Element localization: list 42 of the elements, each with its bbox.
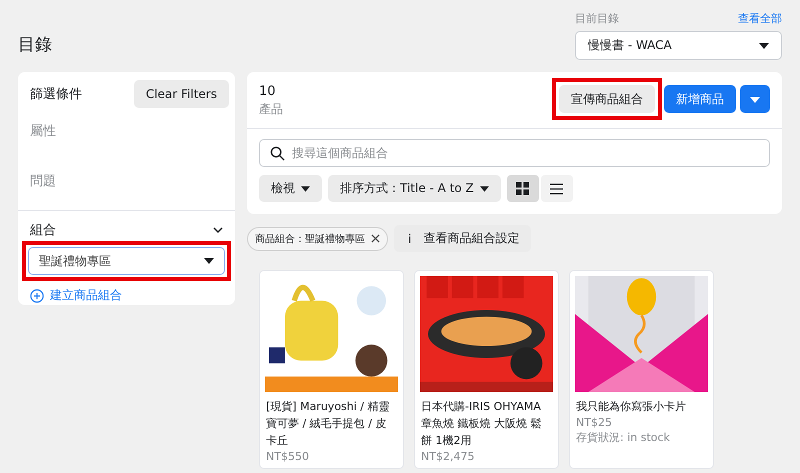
caret-icon [204, 258, 214, 264]
product-count: 10 [259, 84, 277, 99]
promote-set-button[interactable]: 宣傳商品組合 [559, 85, 655, 113]
plus-circle-icon [30, 288, 44, 302]
product-title: 我只能為你寫張小卡片 [576, 399, 687, 415]
list-icon [550, 182, 564, 194]
sort-button[interactable]: 排序方式：Title - A to Z [328, 175, 501, 202]
filter-chip-label: 商品組合：聖誕禮物專區 [255, 232, 365, 246]
create-set-link[interactable]: 建立商品組合 [50, 287, 122, 304]
set-title: 組合 [30, 222, 56, 239]
product-card[interactable]: 我只能為你寫張小卡片 NT$25 存貨狀況: in stock [569, 270, 714, 469]
caret-icon [480, 186, 489, 192]
stock-status: 存貨狀況: in stock [576, 430, 671, 445]
search-icon [270, 146, 285, 161]
product-title: 日本代購-IRIS OHYAMA 章魚燒 鐵板燒 大阪燒 鬆餅 1機2用 [421, 399, 542, 449]
caret-icon [759, 42, 769, 48]
catalog-label: 目前目錄 [575, 11, 619, 26]
list-view-button[interactable] [540, 175, 573, 202]
caret-icon [750, 97, 760, 103]
add-menu-button[interactable] [740, 85, 770, 113]
filters-title: 篩選條件 [30, 86, 82, 103]
grid-view-button[interactable] [506, 175, 539, 202]
close-icon[interactable] [371, 234, 380, 243]
set-settings-button[interactable]: i 查看商品組合設定 [394, 225, 532, 252]
view-all-link[interactable]: 查看全部 [738, 11, 782, 26]
product-card[interactable]: [現貨] Maruyoshi / 精靈寶可夢 / 絨毛手提包 / 皮卡丘 NT$550 [259, 270, 404, 469]
set-dropdown[interactable]: 聖誕禮物專區 [28, 247, 225, 275]
caret-icon [301, 186, 310, 192]
product-price: NT$550 [266, 450, 310, 463]
catalog-select[interactable]: 慢慢書 - WACA [575, 31, 782, 60]
clear-filters-button[interactable]: Clear Filters [134, 80, 229, 108]
page-title: 目錄 [18, 34, 52, 56]
view-button[interactable]: 檢視 [259, 175, 322, 202]
add-product-button[interactable]: 新增商品 [664, 85, 736, 113]
product-unit: 產品 [259, 101, 283, 118]
product-card[interactable]: 日本代購-IRIS OHYAMA 章魚燒 鐵板燒 大阪燒 鬆餅 1機2用 NT$2,475 [414, 270, 559, 469]
product-title: [現貨] Maruyoshi / 精靈寶可夢 / 絨毛手提包 / 皮卡丘 [266, 399, 391, 449]
chevron-icon[interactable] [213, 227, 223, 233]
grid-icon [516, 182, 530, 195]
product-price: NT$2,475 [421, 450, 476, 463]
product-price: NT$25 [576, 416, 613, 429]
search-field[interactable]: 搜尋這個商品組合 [259, 139, 770, 167]
